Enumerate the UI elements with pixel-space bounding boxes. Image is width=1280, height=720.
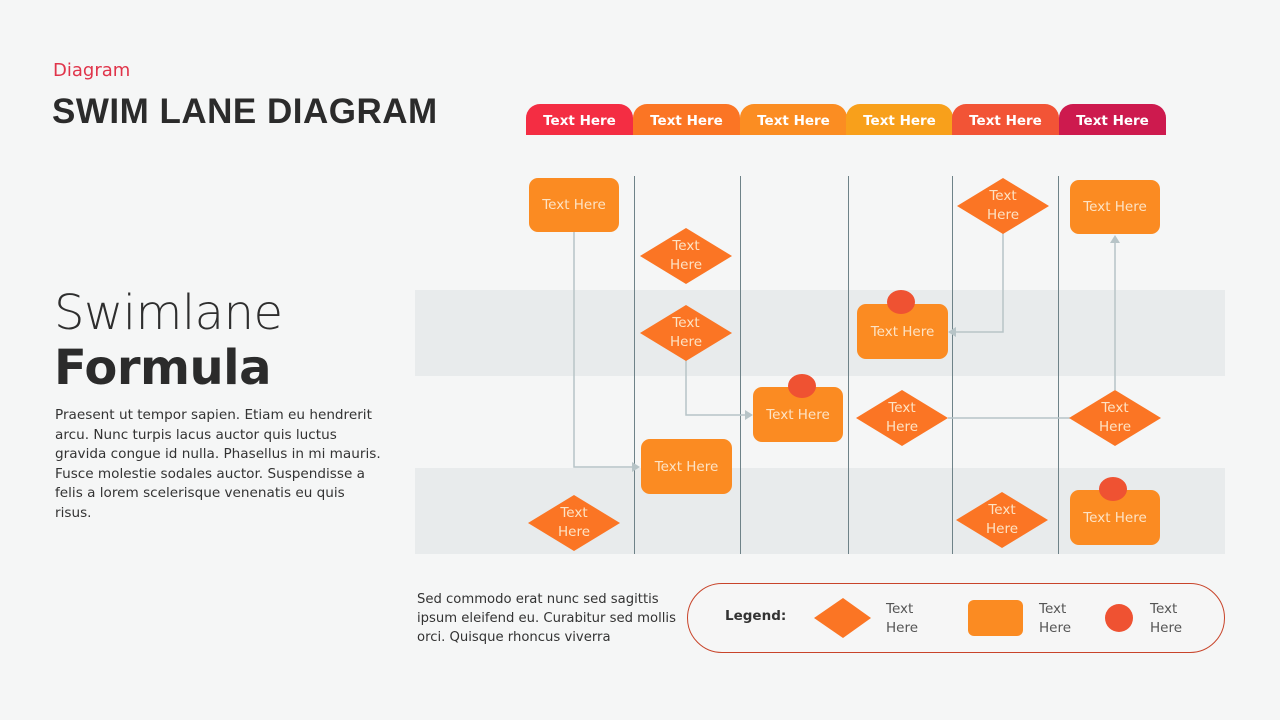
legend-text-line2: Here [886,620,919,636]
decision-node[interactable]: Text Here [956,492,1048,548]
legend-text-line1: Text [886,601,914,617]
marker-circle [788,374,816,398]
footer-paragraph: Sed commodo erat nunc sed sagittis ipsum… [417,592,676,645]
legend-title: Legend: [725,608,787,624]
node-label: Text Here [1083,509,1147,526]
node-label-line1: Text [1101,400,1129,416]
node-label-line1: Text [989,188,1017,204]
marker-circle [1099,477,1127,501]
legend-diamond-icon [814,598,871,638]
process-node[interactable]: Text Here [641,439,732,494]
decision-node[interactable]: Text Here [640,305,732,361]
decision-node[interactable]: Text Here [1069,390,1161,446]
node-label: Text Here [766,406,830,423]
legend-rectangle-icon [968,600,1023,636]
process-node[interactable]: Text Here [529,178,619,232]
node-label: Text Here [870,323,935,340]
arrowhead [632,462,640,472]
legend-item-decision: Text Here [886,600,918,638]
node-label-line2: Here [986,207,1020,223]
node-label-line2: Here [669,257,703,273]
arrowhead [1110,235,1120,243]
node-label: Text Here [654,458,719,475]
legend-item-marker: Text Here [1150,600,1182,638]
node-label: Text Here [1083,199,1147,215]
node-label-line2: Here [669,334,703,350]
legend-text-line1: Text [1150,601,1178,617]
legend-text-line1: Text [1039,601,1067,617]
node-label-line2: Here [557,524,591,540]
node-label-line2: Here [1098,419,1132,435]
arrowhead [745,410,753,420]
node-label-line2: Here [985,521,1019,537]
connector-dia6-to-box4 [956,233,1004,333]
connector-box1-to-box2 [573,232,632,468]
legend-circle-icon [1105,604,1133,632]
marker-circle [887,290,915,314]
node-label-line1: Text [672,315,700,331]
arrowhead [948,327,956,337]
decision-node[interactable]: Text Here [640,228,732,284]
process-node[interactable]: Text Here [1070,180,1160,234]
connector-dia2-to-box3 [685,360,745,416]
node-label-line1: Text [988,502,1016,518]
legend-item-process: Text Here [1039,600,1071,638]
decision-node[interactable]: Text Here [957,178,1049,234]
node-label-line1: Text [888,400,916,416]
legend-text-line2: Here [1150,620,1183,636]
node-label-line1: Text [672,238,700,254]
node-label: Text Here [542,197,606,213]
legend-text-line2: Here [1039,620,1072,636]
decision-node[interactable]: Text Here [528,495,620,551]
node-label-line2: Here [885,419,919,435]
decision-node[interactable]: Text Here [856,390,948,446]
node-label-line1: Text [560,505,588,521]
